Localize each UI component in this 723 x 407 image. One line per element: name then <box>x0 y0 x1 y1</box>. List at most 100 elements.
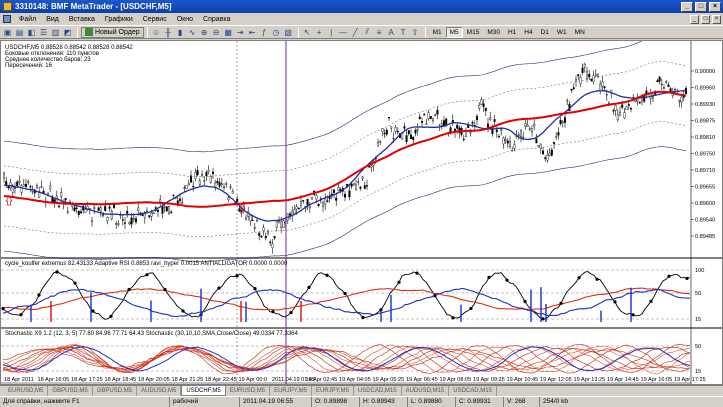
chart-tab[interactable]: GBPUSD,M5 <box>48 386 93 396</box>
line-chart-icon[interactable]: ∿ <box>187 27 198 38</box>
vertical-line-icon[interactable]: | <box>326 27 337 38</box>
chart-tab[interactable]: AUDUSD,M15 <box>402 386 450 396</box>
timeframe-h4[interactable]: H4 <box>520 27 536 38</box>
timeframe-m1[interactable]: M1 <box>429 27 446 38</box>
mdi-minimize-icon[interactable]: _ <box>690 14 699 24</box>
chart-tab[interactable]: USDCAD,M15 <box>449 386 497 396</box>
candle-body <box>108 206 111 209</box>
timeframe-mn[interactable]: MN <box>571 27 589 38</box>
new-order-button[interactable]: Новый Ордер <box>81 26 144 38</box>
chart-canvas[interactable]: 0.90000 0.89960 0.89930 0.89875 0.89810 0.897… <box>1 41 722 384</box>
menu-file[interactable]: Файл <box>14 16 41 23</box>
navigator-icon[interactable]: ☰ <box>38 27 49 38</box>
zoom-in-icon[interactable]: ⊕ <box>199 27 210 38</box>
candle-body <box>445 118 448 125</box>
label-icon[interactable]: T <box>398 27 409 38</box>
mdi-restore-icon[interactable]: □ <box>701 14 710 24</box>
candle-body <box>25 183 28 187</box>
maximize-icon[interactable]: □ <box>695 1 707 12</box>
candle-body <box>388 117 391 119</box>
candle-body <box>462 138 465 140</box>
horizontal-line-icon[interactable]: — <box>338 27 349 38</box>
cursor-icon[interactable]: ↖ <box>302 27 313 38</box>
timeframe-w1[interactable]: W1 <box>553 27 571 38</box>
timeframe-m30[interactable]: M30 <box>483 27 504 38</box>
chart-tab[interactable]: EURJPY,M5 <box>270 386 312 396</box>
oscillator-level-label: 50 <box>695 291 701 297</box>
candle-body <box>260 235 263 238</box>
candle-body <box>575 79 578 82</box>
candle-body <box>531 128 534 133</box>
bar-chart-icon[interactable]: ╫ <box>163 27 174 38</box>
chart-tab[interactable]: GBPUSD,M5 <box>93 386 138 396</box>
chart-tab[interactable]: EURUSD,M5 <box>4 386 49 396</box>
arrows-icon[interactable]: ⇧ <box>410 27 421 38</box>
templates-icon[interactable]: ▧ <box>283 27 294 38</box>
candle-body <box>539 143 542 149</box>
trendline-icon[interactable]: ╱ <box>350 27 361 38</box>
tester-icon[interactable]: ◩ <box>62 27 73 38</box>
chart-window-icon[interactable] <box>3 15 11 23</box>
candle-body <box>357 181 360 183</box>
candle-body <box>579 76 582 84</box>
title-bar[interactable]: 3310148: BMF MetaTrader - [USDCHF,M5] _ … <box>0 0 723 13</box>
crosshair-icon[interactable]: + <box>314 27 325 38</box>
minimize-icon[interactable]: _ <box>681 1 693 12</box>
candle-body <box>110 211 113 219</box>
profiles-icon[interactable]: ▤ <box>14 27 25 38</box>
candlestick-icon[interactable]: ▮ <box>175 27 186 38</box>
periods-icon[interactable]: ◷ <box>271 27 282 38</box>
terminal-icon[interactable]: ▥ <box>50 27 61 38</box>
candle-body <box>181 201 184 204</box>
ravi-line <box>2 287 691 318</box>
candle-body <box>49 185 52 190</box>
candle-body <box>297 207 300 210</box>
menu-view[interactable]: Вид <box>41 16 64 23</box>
chart-window[interactable]: 0.90000 0.89960 0.89930 0.89875 0.89810 0.897… <box>0 40 723 385</box>
candle-body <box>403 126 406 129</box>
candle-body <box>429 116 432 119</box>
new-chart-icon[interactable]: ▣ <box>2 27 13 38</box>
fibonacci-icon[interactable]: ≡ <box>374 27 385 38</box>
stochastic-level-label: 50 <box>695 344 701 350</box>
candle-body <box>101 214 104 216</box>
extremum-dot <box>235 274 239 278</box>
candle-body <box>379 141 382 143</box>
indicators-icon[interactable]: ƒ <box>259 27 270 38</box>
extremum-dot <box>433 294 437 298</box>
chart-tab[interactable]: USDCHF,M5 <box>181 386 226 396</box>
chart-tab[interactable]: EURJPY,M5 <box>312 386 354 396</box>
status-open: O: 0.89898 <box>312 397 360 407</box>
timeframe-m5[interactable]: M5 <box>445 26 463 38</box>
candle-body <box>440 123 443 126</box>
candle-body <box>390 126 393 129</box>
chart-tab[interactable]: AUDUSD,M5 <box>137 386 182 396</box>
menu-charts[interactable]: Графики <box>100 16 138 23</box>
candle-body <box>36 185 39 188</box>
menu-insert[interactable]: Вставка <box>64 16 100 23</box>
tile-windows-icon[interactable]: ▦ <box>223 27 234 38</box>
timeframe-m15[interactable]: M15 <box>463 27 484 38</box>
oscillator-panel[interactable] <box>1 269 691 322</box>
timeframe-d1[interactable]: D1 <box>537 27 553 38</box>
extremum-dot <box>109 314 113 318</box>
stochastic-info: Stochastic X9 1.2 (12, 3, 5) 77.80 84.96… <box>5 331 299 337</box>
menu-help[interactable]: Справка <box>198 16 235 23</box>
timeframe-h1[interactable]: H1 <box>504 27 520 38</box>
chart-tab[interactable]: EURUSD,M5 <box>226 386 271 396</box>
menu-window[interactable]: Окно <box>172 16 198 23</box>
close-icon[interactable]: × <box>709 1 721 12</box>
zoom-out-icon[interactable]: ⊖ <box>211 27 222 38</box>
chart-shift-icon[interactable]: ⇤ <box>247 27 258 38</box>
mdi-close-icon[interactable]: × <box>712 14 721 24</box>
channel-icon[interactable]: ⫽ <box>362 27 373 38</box>
autoscroll-icon[interactable]: ⇥ <box>235 27 246 38</box>
market-watch-icon[interactable]: ◧ <box>26 27 37 38</box>
text-icon[interactable]: A <box>386 27 397 38</box>
menu-tools[interactable]: Сервис <box>138 16 172 23</box>
extremum-dot <box>613 300 617 304</box>
candle-body <box>456 124 459 129</box>
expert-advisors-icon[interactable]: ☺ <box>151 27 162 38</box>
chart-tab[interactable]: USDCAD,M15 <box>354 386 402 396</box>
candle-body <box>634 99 637 102</box>
